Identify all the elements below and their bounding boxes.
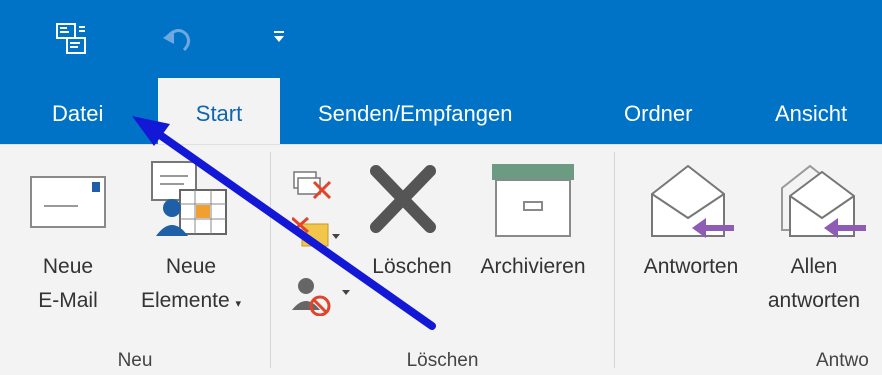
reply-all-button[interactable]: Allen antworten [752, 250, 876, 318]
new-email-icon [30, 176, 106, 233]
customize-qat-caret-icon[interactable] [272, 28, 286, 53]
chevron-down-icon: ▾ [235, 298, 242, 310]
reply-icon [648, 160, 738, 247]
new-email-label-line2: E-Mail [38, 289, 98, 312]
group-label-antworten: Antwo [816, 350, 869, 371]
reply-button[interactable]: Antworten [626, 250, 756, 284]
undo-icon[interactable] [160, 24, 194, 59]
clean-up-icon[interactable] [291, 214, 340, 255]
new-items-label-line1: Neue [165, 255, 217, 278]
group-separator [614, 152, 615, 368]
reply-all-label-line2: antworten [767, 289, 861, 312]
group-label-neu: Neu [117, 350, 153, 371]
new-items-label-line2: Elemente [140, 289, 230, 312]
tab-senden-empfangen[interactable]: Senden/Empfangen [318, 78, 513, 144]
ribbon-tabs: Datei Start Senden/Empfangen Ordner Ansi… [0, 78, 882, 144]
archive-icon [490, 162, 576, 243]
tab-start[interactable]: Start [158, 78, 280, 144]
new-email-label-line1: Neue [42, 255, 94, 278]
tab-ansicht[interactable]: Ansicht [775, 78, 847, 144]
group-label-loeschen: Löschen [406, 350, 479, 371]
new-items-icon [150, 160, 230, 247]
reply-all-icon [780, 160, 870, 247]
tab-datei[interactable]: Datei [52, 78, 103, 144]
junk-icon[interactable] [292, 276, 352, 321]
archive-button[interactable]: Archivieren [466, 250, 600, 284]
send-receive-all-folders-icon[interactable] [55, 22, 89, 61]
new-items-button[interactable]: Neue Elemente ▾ [126, 250, 256, 321]
reply-all-label-line1: Allen [790, 255, 838, 278]
tab-ordner[interactable]: Ordner [624, 78, 692, 144]
new-email-button[interactable]: Neue E-Mail [26, 250, 110, 318]
delete-icon [370, 165, 436, 238]
quick-access-toolbar [0, 0, 882, 78]
ignore-conversation-icon[interactable] [292, 168, 340, 207]
delete-button[interactable]: Löschen [362, 250, 462, 284]
group-separator [270, 152, 271, 368]
